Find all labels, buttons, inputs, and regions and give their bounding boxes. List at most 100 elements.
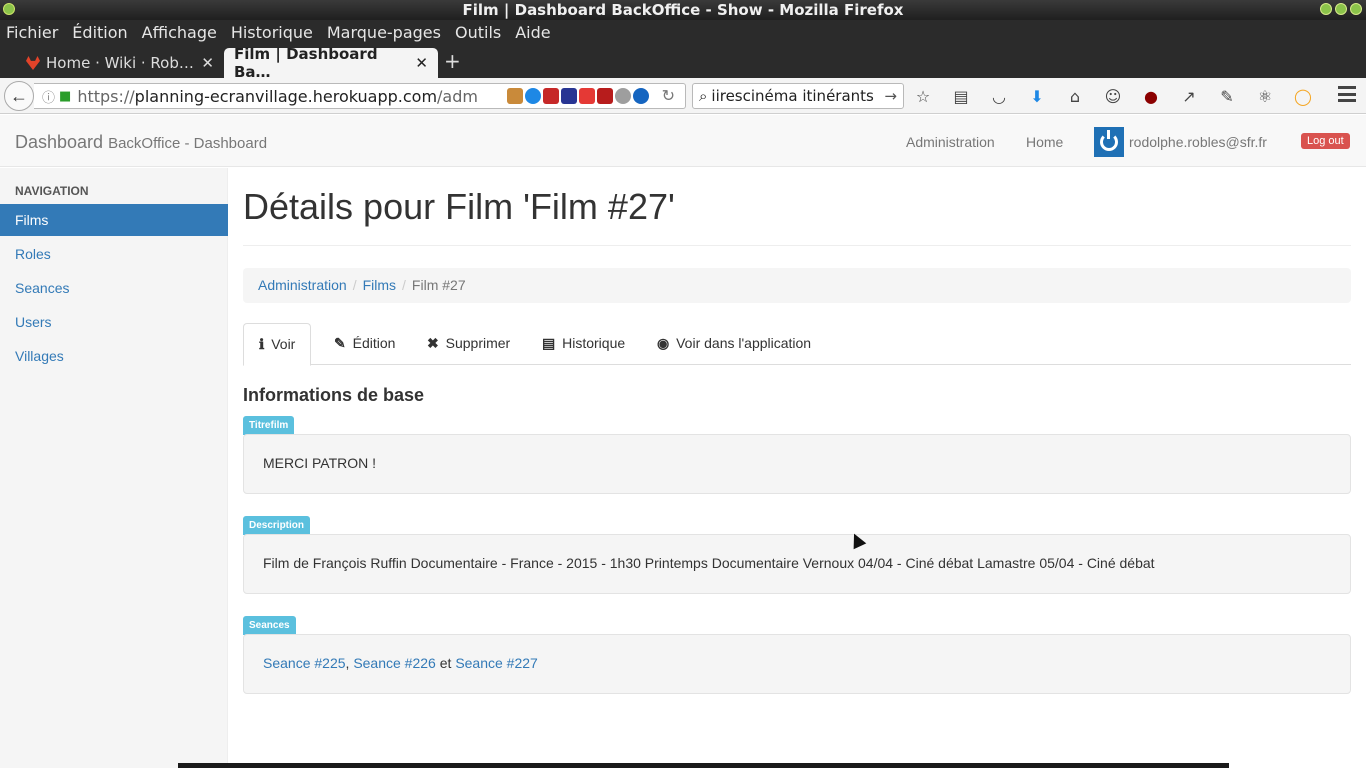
field-value-seances: Seance #225, Seance #226 et Seance #227 [243,634,1351,694]
ublock-icon[interactable]: ● [1140,85,1162,107]
gitlab-icon [26,56,40,70]
addon-icon[interactable] [597,88,613,104]
addon-counter-icon[interactable]: ✎ [1216,85,1238,107]
bookmark-star-icon[interactable]: ☆ [912,85,934,107]
addon-icon[interactable] [525,88,541,104]
reload-icon[interactable]: ↻ [662,86,675,105]
header-link-administration[interactable]: Administration [906,134,995,150]
field-label-titrefilm: Titrefilm [243,416,295,435]
maximize-button[interactable] [1335,3,1347,15]
sidebar-item-seances[interactable]: Seances [0,272,228,304]
field-value-titrefilm: MERCI PATRON ! [243,434,1351,494]
addon-icon[interactable] [561,88,577,104]
close-tab-icon[interactable]: ✕ [201,54,214,72]
header-link-home[interactable]: Home [1026,134,1063,150]
tab-voir[interactable]: ℹ Voir [243,323,312,366]
hamburger-menu-icon[interactable] [1338,86,1356,102]
sidebar-item-roles[interactable]: Roles [0,238,228,270]
menu-affichage[interactable]: Affichage [142,23,217,42]
field-value-description: Film de François Ruffin Documentaire - F… [243,534,1351,594]
menu-marque-pages[interactable]: Marque-pages [327,23,441,42]
list-conjunction: et [439,655,452,671]
tab-label: Film | Dashboard Ba… [234,45,378,81]
search-go-icon[interactable]: → [884,87,897,105]
color-ring-icon[interactable]: ◯ [1292,85,1314,107]
tab-strip: Home · Wiki · Rob… ✕ Film | Dashboard Ba… [0,45,1366,81]
menu-fichier[interactable]: Fichier [6,23,58,42]
tab-supprimer[interactable]: ✖ Supprimer [412,323,525,365]
field-label-description: Description [243,516,311,535]
seance-link[interactable]: Seance #226 [353,655,436,671]
download-icon[interactable]: ⬇ [1026,85,1048,107]
divider [243,245,1351,246]
url-host: planning-ecranvillage.herokuapp.com [134,86,438,106]
avatar[interactable] [1094,127,1124,157]
chat-icon[interactable]: ☺ [1102,85,1124,107]
browser-tab-wiki[interactable]: Home · Wiki · Rob… ✕ [16,48,224,78]
home-icon[interactable]: ⌂ [1064,85,1086,107]
seance-link[interactable]: Seance #225 [263,655,346,671]
addon-icons [507,88,649,104]
tab-label: Supprimer [445,335,511,351]
breadcrumb-current: Film #27 [411,277,466,293]
eye-icon: ◉ [657,335,670,351]
search-icon: ⌕ [699,87,708,105]
sidebar-item-villages[interactable]: Villages [0,340,228,372]
menu-edition[interactable]: Édition [72,23,127,42]
seance-link[interactable]: Seance #227 [455,655,538,671]
section-title: Informations de base [243,385,425,405]
addon-icon[interactable] [633,88,649,104]
sidebar: NAVIGATION Films Roles Seances Users Vil… [0,168,228,768]
sidebar-header: NAVIGATION [15,184,89,198]
breadcrumb: Administration / Films / Film #27 [243,268,1351,303]
addon-icon[interactable] [579,88,595,104]
tab-historique[interactable]: ▤ Historique [527,323,640,365]
url-prefix: https:// [77,86,135,106]
addon-icon[interactable] [507,88,523,104]
addon-icon[interactable] [543,88,559,104]
user-email[interactable]: rodolphe.robles@sfr.fr [1129,134,1267,150]
tool-icon[interactable]: ↗ [1178,85,1200,107]
tab-voir-application[interactable]: ◉ Voir dans l'application [642,323,826,365]
menu-outils[interactable]: Outils [455,23,501,42]
sidebar-item-films[interactable]: Films [0,204,228,236]
tab-label: Home · Wiki · Rob… [46,54,194,72]
reading-list-icon[interactable]: ▤ [950,85,972,107]
tab-label: Historique [562,335,626,351]
url-bar[interactable]: ⓘ ■ https://planning-ecranvillage.heroku… [34,83,686,109]
breadcrumb-films[interactable]: Films [363,277,396,294]
breadcrumb-administration[interactable]: Administration [258,277,347,294]
power-icon [1100,130,1118,151]
menu-historique[interactable]: Historique [231,23,313,42]
tab-label: Voir dans l'application [676,335,812,351]
menu-aide[interactable]: Aide [515,23,550,42]
back-button[interactable]: ← [4,81,34,111]
toolbar-icons: ☆ ▤ ◡ ⬇ ⌂ ☺ ● ↗ ✎ ⚛ ◯ [912,85,1314,107]
list-separator: , [345,655,350,671]
close-tab-icon[interactable]: ✕ [415,54,428,72]
search-bar[interactable]: ⌕ iirescinéma itinérants → [692,83,904,109]
app-header: Dashboard BackOffice - Dashboard Adminis… [0,115,1366,167]
menubar: Fichier Édition Affichage Historique Mar… [0,20,1366,45]
close-window-button[interactable] [1350,3,1362,15]
book-icon: ▤ [542,335,556,351]
info-circle-icon: ℹ [259,336,265,352]
new-tab-button[interactable]: + [444,49,461,73]
tab-edition[interactable]: ✎ Édition [319,323,410,365]
info-icon[interactable]: ⓘ [42,87,55,106]
addon-icon[interactable] [615,88,631,104]
app-brand[interactable]: Dashboard BackOffice - Dashboard [15,132,267,153]
brand-title: Dashboard [15,132,104,152]
tab-label: Voir [271,336,296,352]
back-arrow-icon: ← [10,85,28,106]
logout-button[interactable]: Log out [1301,133,1350,149]
field-label-seances: Seances [243,616,296,635]
search-value: iirescinéma itinérants [711,87,874,105]
network-icon[interactable]: ⚛ [1254,85,1276,107]
browser-tab-film[interactable]: Film | Dashboard Ba… ✕ [224,45,438,81]
window-titlebar: Film | Dashboard BackOffice - Show - Moz… [0,0,1366,20]
url-path: /adm [437,86,478,106]
minimize-button[interactable] [1320,3,1332,15]
sidebar-item-users[interactable]: Users [0,306,228,338]
pocket-icon[interactable]: ◡ [988,85,1010,107]
